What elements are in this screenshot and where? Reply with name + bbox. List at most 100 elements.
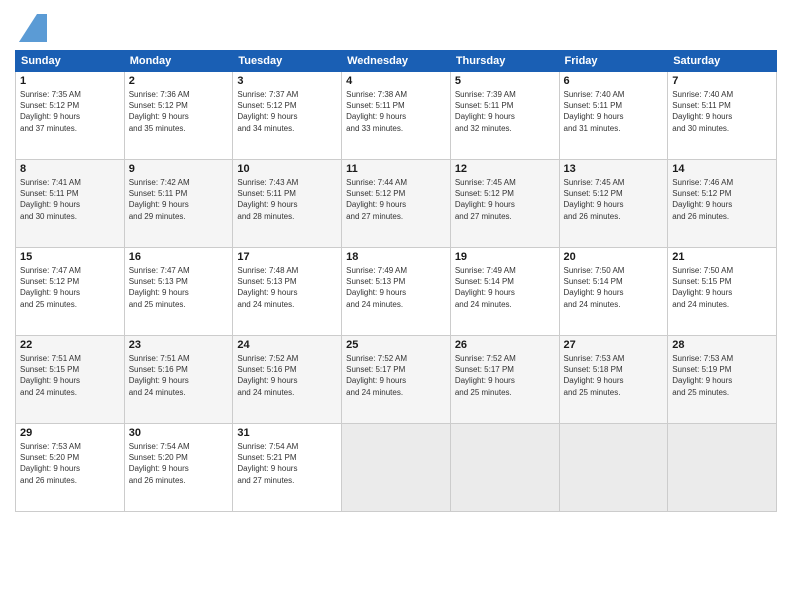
day-number: 7	[672, 75, 772, 87]
day-cell: 29Sunrise: 7:53 AM Sunset: 5:20 PM Dayli…	[16, 424, 125, 512]
day-info: Sunrise: 7:39 AM Sunset: 5:11 PM Dayligh…	[455, 89, 555, 134]
day-info: Sunrise: 7:45 AM Sunset: 5:12 PM Dayligh…	[455, 177, 555, 222]
day-cell	[559, 424, 668, 512]
day-cell: 27 Sunrise: 7:53 AM Sunset: 5:18 PM Dayli…	[559, 336, 668, 424]
day-number: 4	[346, 75, 446, 87]
day-info: Sunrise: 7:40 AM Sunset: 5:11 PM Dayligh…	[672, 89, 772, 134]
day-info: Sunrise: 7:40 AM Sunset: 5:11 PM Dayligh…	[564, 89, 664, 134]
week-row-2: 8 Sunrise: 7:41 AM Sunset: 5:11 PM Daylig…	[16, 160, 777, 248]
logo-icon	[19, 14, 47, 42]
day-number: 29	[20, 427, 120, 439]
day-cell: 18Sunrise: 7:49 AM Sunset: 5:13 PM Dayli…	[342, 248, 451, 336]
day-info: Sunrise: 7:52 AM Sunset: 5:17 PM Dayligh…	[455, 353, 555, 398]
day-info: Sunrise: 7:42 AM Sunset: 5:11 PM Dayligh…	[129, 177, 229, 222]
week-row-4: 22 Sunrise: 7:51 AM Sunset: 5:15 PM Dayli…	[16, 336, 777, 424]
day-number: 15	[20, 251, 120, 263]
day-number: 26	[455, 339, 555, 351]
day-cell: 30 Sunrise: 7:54 AM Sunset: 5:20 PM Dayli…	[124, 424, 233, 512]
day-cell: 6 Sunrise: 7:40 AM Sunset: 5:11 PM Daylig…	[559, 72, 668, 160]
week-row-5: 29Sunrise: 7:53 AM Sunset: 5:20 PM Dayli…	[16, 424, 777, 512]
day-info: Sunrise: 7:54 AM Sunset: 5:20 PM Dayligh…	[129, 441, 229, 486]
day-info: Sunrise: 7:51 AM Sunset: 5:16 PM Dayligh…	[129, 353, 229, 398]
weekday-header-friday: Friday	[559, 51, 668, 72]
day-cell: 14Sunrise: 7:46 AM Sunset: 5:12 PM Dayli…	[668, 160, 777, 248]
logo	[15, 14, 47, 42]
day-cell: 2 Sunrise: 7:36 AM Sunset: 5:12 PM Daylig…	[124, 72, 233, 160]
week-row-1: 1 Sunrise: 7:35 AM Sunset: 5:12 PM Daylig…	[16, 72, 777, 160]
weekday-header-tuesday: Tuesday	[233, 51, 342, 72]
day-cell: 8 Sunrise: 7:41 AM Sunset: 5:11 PM Daylig…	[16, 160, 125, 248]
day-cell: 4 Sunrise: 7:38 AM Sunset: 5:11 PM Daylig…	[342, 72, 451, 160]
day-info: Sunrise: 7:53 AM Sunset: 5:19 PM Dayligh…	[672, 353, 772, 398]
day-number: 25	[346, 339, 446, 351]
day-cell: 5 Sunrise: 7:39 AM Sunset: 5:11 PM Daylig…	[450, 72, 559, 160]
day-info: Sunrise: 7:46 AM Sunset: 5:12 PM Dayligh…	[672, 177, 772, 222]
day-number: 6	[564, 75, 664, 87]
day-number: 10	[237, 163, 337, 175]
day-number: 8	[20, 163, 120, 175]
day-cell: 1 Sunrise: 7:35 AM Sunset: 5:12 PM Daylig…	[16, 72, 125, 160]
day-cell: 31Sunrise: 7:54 AM Sunset: 5:21 PM Dayli…	[233, 424, 342, 512]
day-number: 9	[129, 163, 229, 175]
weekday-header-sunday: Sunday	[16, 51, 125, 72]
day-number: 22	[20, 339, 120, 351]
day-info: Sunrise: 7:36 AM Sunset: 5:12 PM Dayligh…	[129, 89, 229, 134]
day-number: 19	[455, 251, 555, 263]
day-number: 27	[564, 339, 664, 351]
day-info: Sunrise: 7:49 AM Sunset: 5:14 PM Dayligh…	[455, 265, 555, 310]
day-number: 30	[129, 427, 229, 439]
day-number: 5	[455, 75, 555, 87]
day-info: Sunrise: 7:53 AM Sunset: 5:18 PM Dayligh…	[564, 353, 664, 398]
day-cell: 15 Sunrise: 7:47 AM Sunset: 5:12 PM Dayli…	[16, 248, 125, 336]
day-info: Sunrise: 7:51 AM Sunset: 5:15 PM Dayligh…	[20, 353, 120, 398]
day-number: 1	[20, 75, 120, 87]
day-cell: 11 Sunrise: 7:44 AM Sunset: 5:12 PM Dayli…	[342, 160, 451, 248]
day-cell: 28 Sunrise: 7:53 AM Sunset: 5:19 PM Dayli…	[668, 336, 777, 424]
day-cell: 17Sunrise: 7:48 AM Sunset: 5:13 PM Dayli…	[233, 248, 342, 336]
day-info: Sunrise: 7:47 AM Sunset: 5:13 PM Dayligh…	[129, 265, 229, 310]
day-number: 2	[129, 75, 229, 87]
weekday-header-saturday: Saturday	[668, 51, 777, 72]
calendar-page: SundayMondayTuesdayWednesdayThursdayFrid…	[0, 0, 792, 612]
day-info: Sunrise: 7:38 AM Sunset: 5:11 PM Dayligh…	[346, 89, 446, 134]
day-cell: 16 Sunrise: 7:47 AM Sunset: 5:13 PM Dayli…	[124, 248, 233, 336]
day-cell: 7 Sunrise: 7:40 AM Sunset: 5:11 PM Daylig…	[668, 72, 777, 160]
day-info: Sunrise: 7:35 AM Sunset: 5:12 PM Dayligh…	[20, 89, 120, 134]
day-number: 13	[564, 163, 664, 175]
day-info: Sunrise: 7:47 AM Sunset: 5:12 PM Dayligh…	[20, 265, 120, 310]
day-info: Sunrise: 7:44 AM Sunset: 5:12 PM Dayligh…	[346, 177, 446, 222]
day-cell: 22 Sunrise: 7:51 AM Sunset: 5:15 PM Dayli…	[16, 336, 125, 424]
day-number: 11	[346, 163, 446, 175]
day-cell: 24Sunrise: 7:52 AM Sunset: 5:16 PM Dayli…	[233, 336, 342, 424]
weekday-header-row: SundayMondayTuesdayWednesdayThursdayFrid…	[16, 51, 777, 72]
day-cell: 3 Sunrise: 7:37 AM Sunset: 5:12 PM Daylig…	[233, 72, 342, 160]
day-info: Sunrise: 7:54 AM Sunset: 5:21 PM Dayligh…	[237, 441, 337, 486]
day-cell: 12Sunrise: 7:45 AM Sunset: 5:12 PM Dayli…	[450, 160, 559, 248]
day-info: Sunrise: 7:52 AM Sunset: 5:17 PM Dayligh…	[346, 353, 446, 398]
day-cell: 21Sunrise: 7:50 AM Sunset: 5:15 PM Dayli…	[668, 248, 777, 336]
day-info: Sunrise: 7:41 AM Sunset: 5:11 PM Dayligh…	[20, 177, 120, 222]
day-number: 21	[672, 251, 772, 263]
day-cell: 13Sunrise: 7:45 AM Sunset: 5:12 PM Dayli…	[559, 160, 668, 248]
weekday-header-thursday: Thursday	[450, 51, 559, 72]
day-info: Sunrise: 7:48 AM Sunset: 5:13 PM Dayligh…	[237, 265, 337, 310]
weekday-header-wednesday: Wednesday	[342, 51, 451, 72]
day-number: 16	[129, 251, 229, 263]
day-info: Sunrise: 7:43 AM Sunset: 5:11 PM Dayligh…	[237, 177, 337, 222]
day-info: Sunrise: 7:52 AM Sunset: 5:16 PM Dayligh…	[237, 353, 337, 398]
day-cell: 10 Sunrise: 7:43 AM Sunset: 5:11 PM Dayli…	[233, 160, 342, 248]
day-number: 20	[564, 251, 664, 263]
week-row-3: 15 Sunrise: 7:47 AM Sunset: 5:12 PM Dayli…	[16, 248, 777, 336]
day-cell: 23Sunrise: 7:51 AM Sunset: 5:16 PM Dayli…	[124, 336, 233, 424]
weekday-header-monday: Monday	[124, 51, 233, 72]
day-number: 3	[237, 75, 337, 87]
day-info: Sunrise: 7:49 AM Sunset: 5:13 PM Dayligh…	[346, 265, 446, 310]
day-number: 28	[672, 339, 772, 351]
day-cell: 9 Sunrise: 7:42 AM Sunset: 5:11 PM Daylig…	[124, 160, 233, 248]
calendar-table: SundayMondayTuesdayWednesdayThursdayFrid…	[15, 50, 777, 512]
day-cell	[668, 424, 777, 512]
day-cell: 25 Sunrise: 7:52 AM Sunset: 5:17 PM Dayli…	[342, 336, 451, 424]
day-info: Sunrise: 7:50 AM Sunset: 5:14 PM Dayligh…	[564, 265, 664, 310]
day-cell: 26 Sunrise: 7:52 AM Sunset: 5:17 PM Dayli…	[450, 336, 559, 424]
day-info: Sunrise: 7:37 AM Sunset: 5:12 PM Dayligh…	[237, 89, 337, 134]
